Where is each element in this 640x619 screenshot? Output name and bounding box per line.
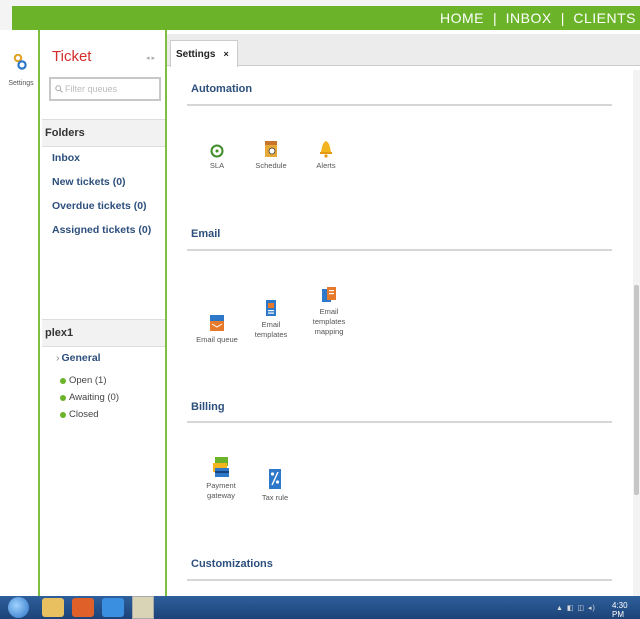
clock-icon — [210, 144, 224, 158]
folder-new-tickets[interactable]: New tickets (0) — [52, 176, 126, 188]
schedule-setting[interactable]: Schedule — [249, 140, 293, 171]
taskbar-clock[interactable]: 4:30 PM — [612, 601, 640, 619]
email-template-icon — [266, 300, 276, 316]
email-templates-mapping-label: Email templates mapping — [312, 307, 346, 336]
nav-separator: | — [560, 10, 565, 26]
section-divider — [187, 421, 612, 423]
section-divider — [187, 249, 612, 251]
gear-cog-icon[interactable] — [13, 54, 27, 70]
filter-queues-placeholder: Filter queues — [65, 84, 118, 94]
queue-heading: plex1 — [42, 319, 165, 347]
browser-taskbar-icon[interactable] — [102, 598, 124, 617]
status-closed-label: Closed — [69, 409, 99, 420]
status-dot-icon — [60, 377, 66, 384]
alerts-label: Alerts — [316, 161, 336, 170]
schedule-label: Schedule — [255, 161, 287, 170]
nav-inbox-link[interactable]: INBOX — [506, 10, 552, 26]
ticket-panel: Ticket ◂ ▸ Filter queues Folders Inbox N… — [42, 30, 167, 596]
system-tray-icons[interactable]: ▲ ◧ ◫ ◂) — [556, 604, 596, 612]
ticket-panel-title: Ticket — [52, 48, 92, 65]
active-window-taskbar-icon[interactable] — [132, 596, 154, 619]
status-dot-icon — [60, 411, 66, 418]
email-templates-setting[interactable]: Email templates — [249, 299, 293, 340]
vertical-scrollbar[interactable] — [633, 70, 640, 596]
nav-home-link[interactable]: HOME — [440, 10, 484, 26]
filter-queues-input[interactable]: Filter queues — [49, 77, 161, 101]
email-templates-mapping-setting[interactable]: Email templates mapping — [307, 286, 351, 337]
payment-gateway-setting[interactable]: Payment gateway — [199, 456, 243, 501]
nav-separator: | — [493, 10, 497, 26]
status-awaiting-label: Awaiting (0) — [69, 392, 119, 403]
sla-setting[interactable]: SLA — [195, 144, 239, 171]
billing-heading: Billing — [191, 401, 225, 413]
sla-label: SLA — [209, 161, 225, 170]
status-open[interactable]: Open (1) — [60, 375, 107, 386]
section-divider — [187, 579, 612, 581]
explorer-taskbar-icon[interactable] — [42, 598, 64, 617]
folder-overdue-tickets[interactable]: Overdue tickets (0) — [52, 200, 147, 212]
tax-rule-label: Tax rule — [261, 493, 289, 502]
os-taskbar: ▲ ◧ ◫ ◂) 4:30 PM — [0, 596, 640, 619]
settings-rail-label[interactable]: Settings — [2, 80, 40, 87]
email-templates-label: Email templates — [254, 320, 288, 339]
status-awaiting[interactable]: Awaiting (0) — [60, 392, 119, 403]
automation-heading: Automation — [191, 83, 253, 95]
expand-chevron-icon: › — [56, 352, 60, 364]
scrollbar-thumb[interactable] — [634, 285, 639, 495]
percent-icon — [269, 469, 281, 489]
calendar-clock-icon — [265, 141, 277, 157]
folder-assigned-tickets[interactable]: Assigned tickets (0) — [52, 224, 151, 236]
template-mapping-icon — [322, 287, 336, 302]
email-heading: Email — [191, 228, 221, 240]
customizations-heading: Customizations — [191, 558, 273, 570]
status-dot-icon — [60, 394, 66, 401]
alerts-setting[interactable]: Alerts — [304, 140, 348, 171]
queue-group-general[interactable]: › General — [56, 352, 101, 364]
payment-gateway-label: Payment gateway — [206, 481, 236, 500]
close-icon[interactable]: × — [223, 49, 228, 59]
left-rail: Settings — [0, 30, 40, 596]
folder-inbox[interactable]: Inbox — [52, 152, 80, 164]
header-nav: HOME | INBOX | CLIENTS — [12, 6, 640, 30]
email-queue-setting[interactable]: Email queue — [195, 314, 239, 345]
section-divider — [187, 104, 612, 106]
media-taskbar-icon[interactable] — [72, 598, 94, 617]
envelope-queue-icon — [210, 315, 224, 331]
settings-main: Settings × Automation SLA Schedule Alert… — [167, 30, 640, 596]
group-general-label: General — [61, 352, 101, 364]
search-icon — [55, 85, 63, 93]
email-queue-label: Email queue — [196, 335, 238, 344]
status-closed[interactable]: Closed — [60, 409, 99, 420]
tab-settings-label: Settings — [176, 48, 216, 60]
nav-clients-link[interactable]: CLIENTS — [573, 10, 636, 26]
start-orb-icon[interactable] — [8, 597, 29, 618]
status-open-label: Open (1) — [69, 375, 107, 386]
tab-settings[interactable]: Settings × — [170, 40, 238, 67]
payment-cards-icon — [213, 457, 229, 477]
top-bar: HOME | INBOX | CLIENTS — [0, 0, 640, 30]
panel-collapse-arrows-icon[interactable]: ◂ ▸ — [146, 54, 155, 62]
folders-heading: Folders — [42, 119, 165, 147]
tax-rule-setting[interactable]: Tax rule — [253, 468, 297, 503]
tab-strip: Settings × — [167, 34, 640, 67]
bell-icon — [320, 141, 332, 158]
